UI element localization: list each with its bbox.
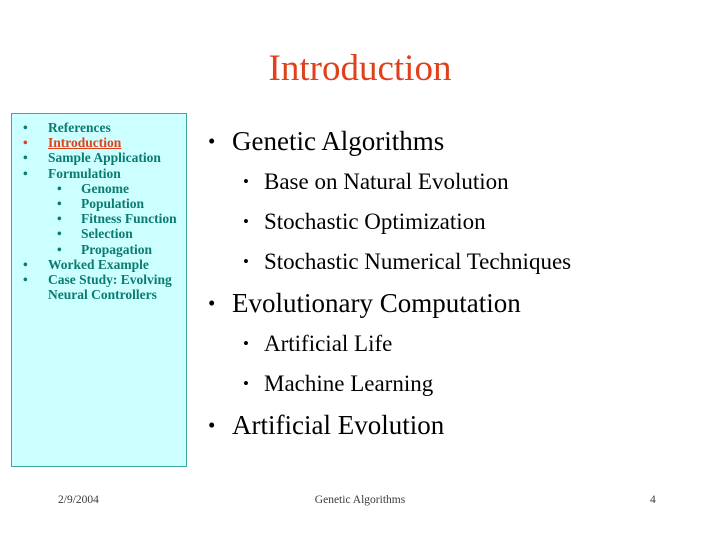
sidebar-item-sample-application[interactable]: • Sample Application: [12, 150, 188, 165]
body-bullet-line: • Evolutionary Computation: [200, 282, 712, 324]
sidebar-item-genome[interactable]: • Genome: [12, 181, 188, 196]
sidebar-item-formulation[interactable]: • Formulation: [12, 166, 188, 181]
bullet-icon: •: [208, 291, 216, 315]
bullet-icon: •: [57, 226, 62, 242]
body-bullet-line: • Stochastic Numerical Techniques: [200, 242, 712, 282]
sidebar-item-label: Propagation: [81, 241, 153, 257]
sidebar-item-propagation[interactable]: • Propagation: [12, 242, 188, 257]
page-title: Introduction: [268, 48, 452, 89]
body-bullet-line: • Artificial Evolution: [200, 404, 712, 446]
bullet-icon: •: [23, 120, 28, 135]
bullet-icon: •: [243, 374, 249, 393]
slide-footer: 2/9/2004 Genetic Algorithms 4: [0, 492, 720, 512]
bullet-icon: •: [208, 413, 216, 437]
body-bullet-text: Base on Natural Evolution: [264, 169, 509, 194]
sidebar-item-case-study-evolving-neural-controllers[interactable]: • Case Study: Evolving Neural Controllers: [12, 272, 188, 302]
body-bullet-text: Genetic Algorithms: [232, 126, 445, 156]
sidebar-item-selection[interactable]: • Selection: [12, 226, 188, 241]
bullet-icon: •: [23, 256, 28, 272]
bullet-icon: •: [23, 135, 28, 151]
sidebar-item-fitness-function[interactable]: • Fitness Function: [12, 211, 188, 226]
sidebar-item-label: Worked Example: [48, 256, 149, 272]
bullet-icon: •: [57, 211, 62, 227]
body-bullet-text: Artificial Life: [264, 331, 393, 356]
bullet-icon: •: [243, 334, 249, 353]
body-bullet-line: • Machine Learning: [200, 364, 712, 404]
sidebar-item-label: Sample Application: [48, 150, 161, 166]
sidebar-item-label: Introduction: [48, 135, 122, 151]
agenda-list: • References • Introduction • Sample Applicat…: [12, 120, 188, 302]
body-bullet-line: • Artificial Life: [200, 324, 712, 364]
bullet-icon: •: [243, 172, 249, 191]
agenda-sidebar: • References • Introduction • Sample Applicat…: [11, 113, 187, 467]
bullet-icon: •: [243, 252, 249, 271]
sidebar-item-references[interactable]: • References: [12, 120, 188, 135]
body-bullet-text: Machine Learning: [264, 371, 434, 396]
bullet-icon: •: [23, 272, 28, 288]
sidebar-item-worked-example[interactable]: • Worked Example: [12, 257, 188, 272]
bullet-icon: •: [57, 196, 62, 212]
bullet-icon: •: [23, 150, 28, 166]
slide-canvas: Introduction • References • Introduction • Sa…: [0, 0, 720, 540]
bullet-icon: •: [57, 241, 62, 257]
body-bullet-text: Artificial Evolution: [232, 410, 445, 440]
sidebar-item-label: Case Study: Evolving Neural Controllers: [48, 272, 172, 303]
body-bullet-line: • Stochastic Optimization: [200, 202, 712, 242]
bullet-icon: •: [57, 180, 62, 196]
body-bullet-line: • Genetic Algorithms: [200, 120, 712, 162]
footer-title: Genetic Algorithms: [314, 494, 406, 506]
bullet-icon: •: [208, 129, 216, 153]
sidebar-item-label: Selection: [81, 226, 133, 242]
sidebar-item-label: Formulation: [48, 165, 121, 181]
sidebar-item-label: Population: [81, 196, 145, 212]
sidebar-item-label: References: [48, 120, 111, 135]
body-bullet-text: Evolutionary Computation: [232, 288, 521, 318]
footer-page-number: 4: [650, 494, 656, 506]
sidebar-item-label: Fitness Function: [81, 211, 177, 227]
sidebar-item-label: Genome: [81, 180, 129, 196]
sidebar-item-population[interactable]: • Population: [12, 196, 188, 211]
slide-body: • Genetic Algorithms • Base on Natural Evol…: [200, 120, 712, 446]
body-bullet-line: • Base on Natural Evolution: [200, 162, 712, 202]
bullet-icon: •: [243, 212, 249, 231]
body-bullet-text: Stochastic Numerical Techniques: [264, 249, 572, 274]
bullet-icon: •: [23, 165, 28, 181]
body-bullet-text: Stochastic Optimization: [264, 209, 486, 234]
sidebar-item-introduction[interactable]: • Introduction: [12, 135, 188, 150]
